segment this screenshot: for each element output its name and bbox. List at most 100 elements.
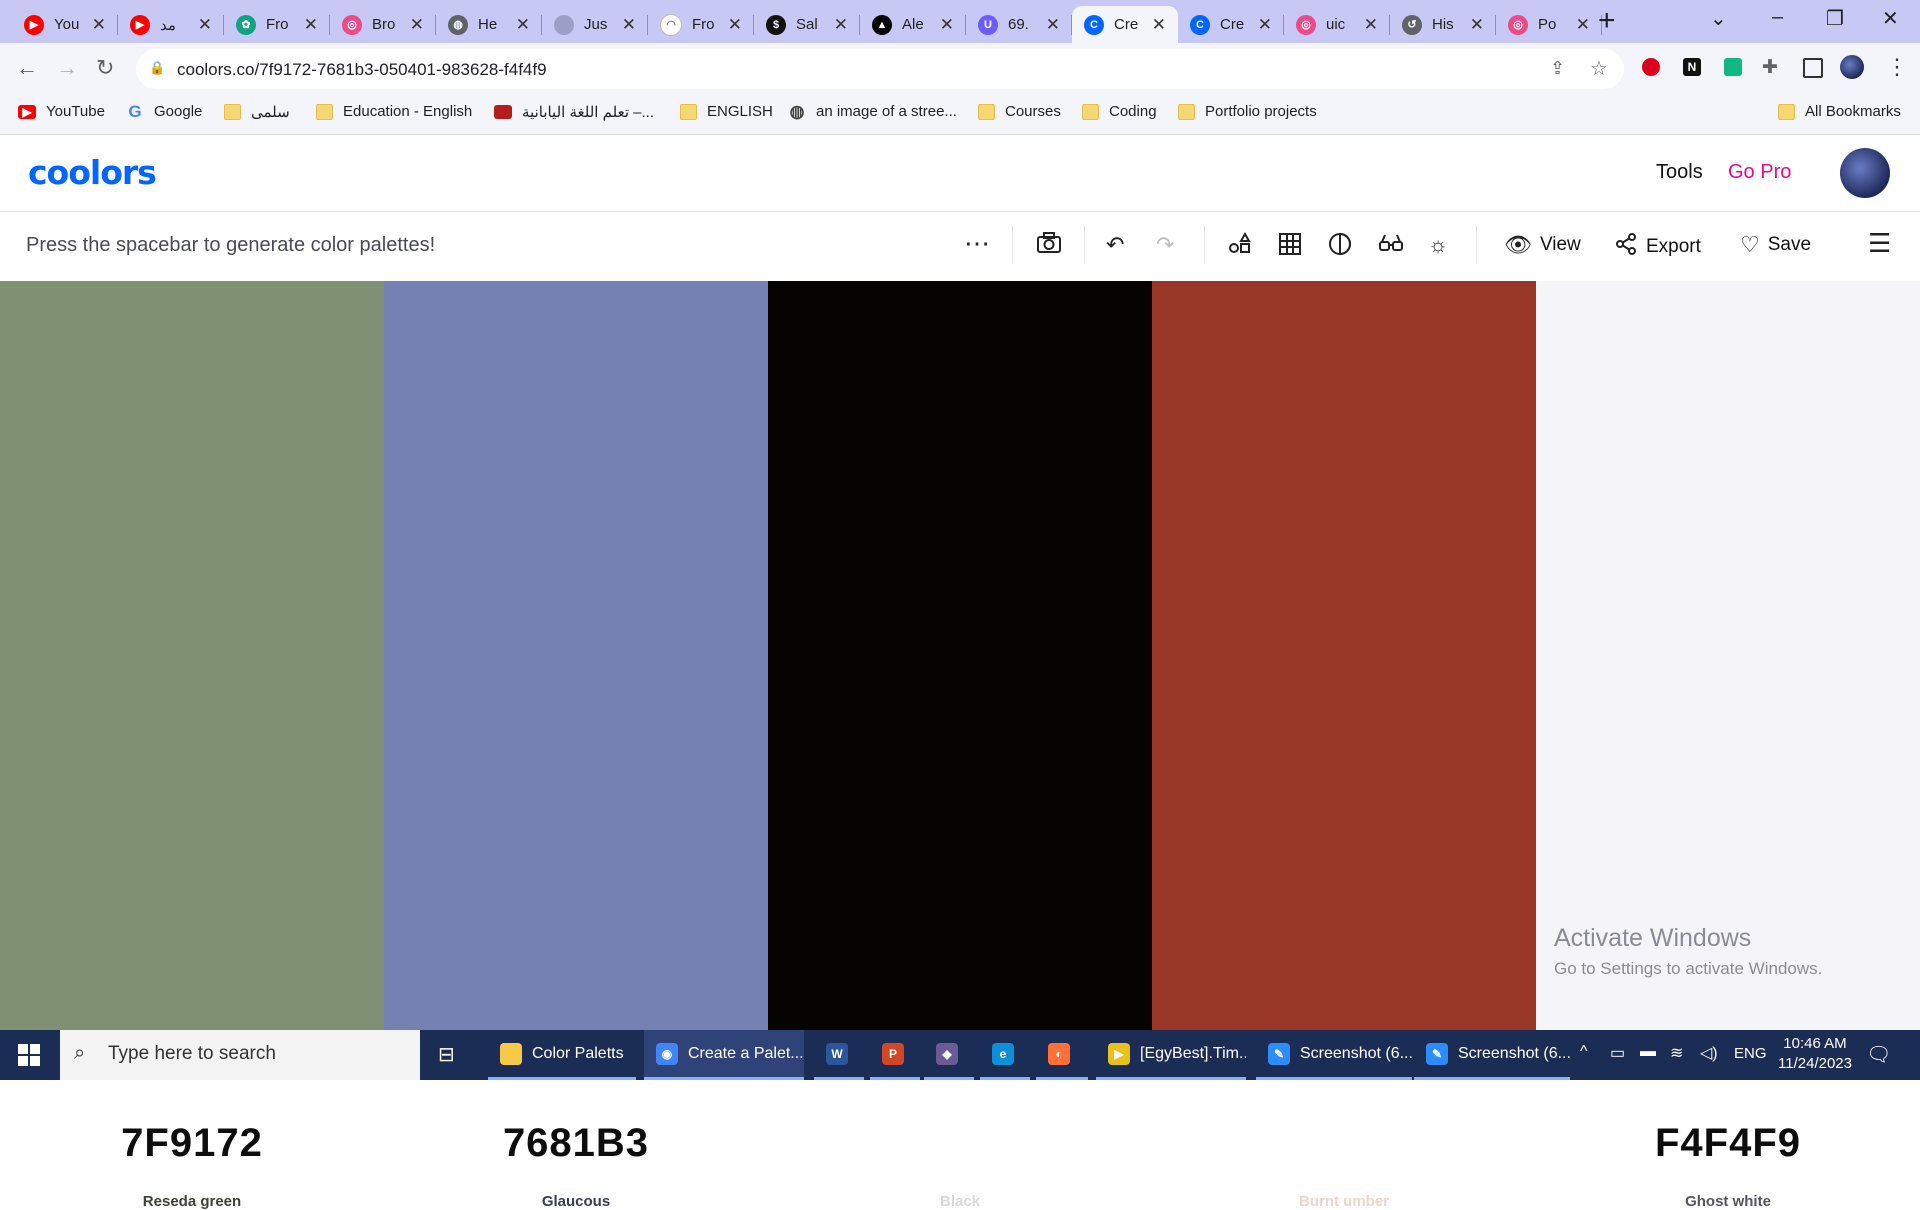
user-avatar[interactable] [1840, 148, 1890, 198]
glasses-icon[interactable] [1378, 232, 1404, 260]
color-hex-code[interactable]: F4F4F9 [1536, 1121, 1920, 1166]
close-tab-icon[interactable]: ✕ [1258, 15, 1272, 35]
browser-tab[interactable]: ◎ uic ✕ [1284, 6, 1390, 43]
bookmark-item[interactable]: G Google [126, 102, 202, 121]
close-tab-icon[interactable]: ✕ [198, 15, 212, 35]
close-tab-icon[interactable]: ✕ [92, 15, 106, 35]
taskbar-app[interactable]: ✎ Screenshot (6... [1414, 1030, 1570, 1080]
coolors-logo[interactable]: coolors [28, 153, 157, 192]
restore-button[interactable]: ❐ [1826, 6, 1844, 31]
taskbar-app[interactable]: ◆ [924, 1030, 974, 1080]
browser-tab[interactable]: ◠ Fro ✕ [648, 6, 754, 43]
taskbar-app[interactable]: P [870, 1030, 920, 1080]
taskbar-clock[interactable]: 10:46 AM 11/24/2023 [1770, 1034, 1860, 1074]
palette-color-column[interactable]: 7681B3 Glaucous [384, 281, 768, 1210]
browser-tab[interactable]: ◎ Bro ✕ [330, 6, 436, 43]
browser-tab[interactable]: ◎ Po ✕ [1496, 6, 1602, 43]
browser-tab[interactable]: U 69. ✕ [966, 6, 1072, 43]
task-view-icon[interactable]: ⊟ [438, 1042, 455, 1067]
tab-search-icon[interactable]: ⌄ [1710, 6, 1727, 31]
bookmark-star-icon[interactable]: ☆ [1590, 56, 1608, 81]
browser-tab[interactable]: C Cre ✕ [1072, 6, 1178, 43]
color-hex-code[interactable]: 983628 [1152, 1121, 1536, 1166]
redo-icon[interactable]: ↷ [1156, 232, 1174, 258]
more-options-icon[interactable]: ⋯ [964, 228, 990, 259]
shapes-icon[interactable] [1228, 231, 1252, 262]
view-button[interactable]: 👁 View [1504, 232, 1581, 258]
bookmark-item[interactable]: ENGLISH [680, 103, 773, 120]
browser-tab[interactable]: ▶ You ✕ [12, 6, 118, 43]
close-tab-icon[interactable]: ✕ [834, 15, 848, 35]
windows-start-icon[interactable] [18, 1044, 40, 1071]
close-tab-icon[interactable]: ✕ [1470, 15, 1484, 35]
browser-tab[interactable]: ✿ Fro ✕ [224, 6, 330, 43]
notifications-icon[interactable]: 🗨 [1866, 1042, 1891, 1067]
wifi-icon[interactable]: ≋ [1670, 1043, 1683, 1063]
taskbar-app[interactable]: e [980, 1030, 1030, 1080]
bookmark-item[interactable]: Coding [1082, 103, 1157, 120]
opera-extension-icon[interactable] [1642, 58, 1660, 76]
new-tab-button[interactable]: + [1598, 6, 1616, 36]
browser-tab[interactable]: Jus ✕ [542, 6, 648, 43]
taskbar-search-placeholder[interactable]: Type here to search [108, 1043, 276, 1065]
browser-tab[interactable]: $ Sal ✕ [754, 6, 860, 43]
browser-tab[interactable]: ▶ مد ✕ [118, 6, 224, 43]
export-button[interactable]: Export [1614, 232, 1701, 262]
minimize-button[interactable]: – [1772, 6, 1783, 29]
taskbar-app[interactable]: W [814, 1030, 864, 1080]
notion-extension-icon[interactable]: N [1683, 58, 1701, 76]
close-tab-icon[interactable]: ✕ [304, 15, 318, 35]
close-tab-icon[interactable]: ✕ [940, 15, 954, 35]
close-tab-icon[interactable]: ✕ [1046, 15, 1060, 35]
close-tab-icon[interactable]: ✕ [1364, 15, 1378, 35]
browser-tab[interactable]: C Cre ✕ [1178, 6, 1284, 43]
bookmark-item[interactable]: Courses [978, 103, 1061, 120]
close-tab-icon[interactable]: ✕ [728, 15, 742, 35]
close-tab-icon[interactable]: ✕ [410, 15, 424, 35]
taskbar-app[interactable]: ◐ [1036, 1030, 1088, 1080]
close-window-button[interactable]: ✕ [1882, 6, 1899, 31]
bookmark-item[interactable]: تعلم اللغة اليابانية –... [494, 103, 654, 121]
browser-tab[interactable]: ◍ He ✕ [436, 6, 542, 43]
battery-icon[interactable]: ▬ [1640, 1043, 1656, 1061]
taskbar-app[interactable]: Color Paletts [488, 1030, 636, 1080]
volume-icon[interactable]: ◁) [1700, 1043, 1718, 1063]
color-hex-code[interactable]: 050401 [768, 1121, 1152, 1166]
brightness-icon[interactable]: ☼ [1428, 232, 1448, 258]
side-panel-icon[interactable] [1803, 58, 1823, 78]
tools-link[interactable]: Tools [1656, 161, 1703, 184]
taskbar-app[interactable]: ✎ Screenshot (6... [1256, 1030, 1412, 1080]
palette-color-column[interactable]: 983628 Burnt umber [1152, 281, 1536, 1210]
bookmark-item[interactable]: Portfolio projects [1178, 103, 1317, 120]
grid-view-icon[interactable] [1278, 232, 1302, 262]
camera-icon[interactable] [1036, 232, 1062, 260]
browser-menu-icon[interactable]: ⋮ [1886, 54, 1908, 80]
close-tab-icon[interactable]: ✕ [516, 15, 530, 35]
share-icon[interactable]: ⇪ [1550, 58, 1565, 79]
contrast-icon[interactable] [1328, 232, 1352, 262]
bookmark-item[interactable]: ▶ YouTube [18, 103, 105, 120]
save-button[interactable]: ♡ Save [1740, 232, 1811, 258]
hamburger-menu-icon[interactable]: ☰ [1868, 228, 1891, 259]
browser-tab[interactable]: ▲ Ale ✕ [860, 6, 966, 43]
go-pro-link[interactable]: Go Pro [1728, 161, 1791, 184]
bookmark-item[interactable]: ◍ an image of a stree... [788, 102, 957, 121]
color-hex-code[interactable]: 7681B3 [384, 1121, 768, 1166]
taskbar-app[interactable]: ◉ Create a Palet... [644, 1030, 804, 1080]
forward-button[interactable]: → [56, 55, 78, 81]
profile-avatar[interactable] [1840, 55, 1864, 79]
extension-icon[interactable] [1724, 58, 1742, 76]
all-bookmarks[interactable]: All Bookmarks [1778, 103, 1901, 120]
close-tab-icon[interactable]: ✕ [1152, 15, 1166, 35]
show-hidden-icons[interactable]: ^ [1580, 1043, 1588, 1061]
palette-color-column[interactable]: 050401 Black [768, 281, 1152, 1210]
taskbar-app[interactable]: ▶ [EgyBest].Tim... [1096, 1030, 1246, 1080]
bookmark-item[interactable]: Education - English [316, 103, 472, 120]
color-hex-code[interactable]: 7F9172 [0, 1121, 384, 1166]
color-name[interactable]: Burnt umber [1152, 1193, 1536, 1210]
palette-color-column[interactable]: F4F4F9 Ghost white [1536, 281, 1920, 1210]
language-indicator[interactable]: ENG [1734, 1045, 1767, 1062]
browser-tab[interactable]: ↺ His ✕ [1390, 6, 1496, 43]
color-name[interactable]: Reseda green [0, 1193, 384, 1210]
color-name[interactable]: Black [768, 1193, 1152, 1210]
